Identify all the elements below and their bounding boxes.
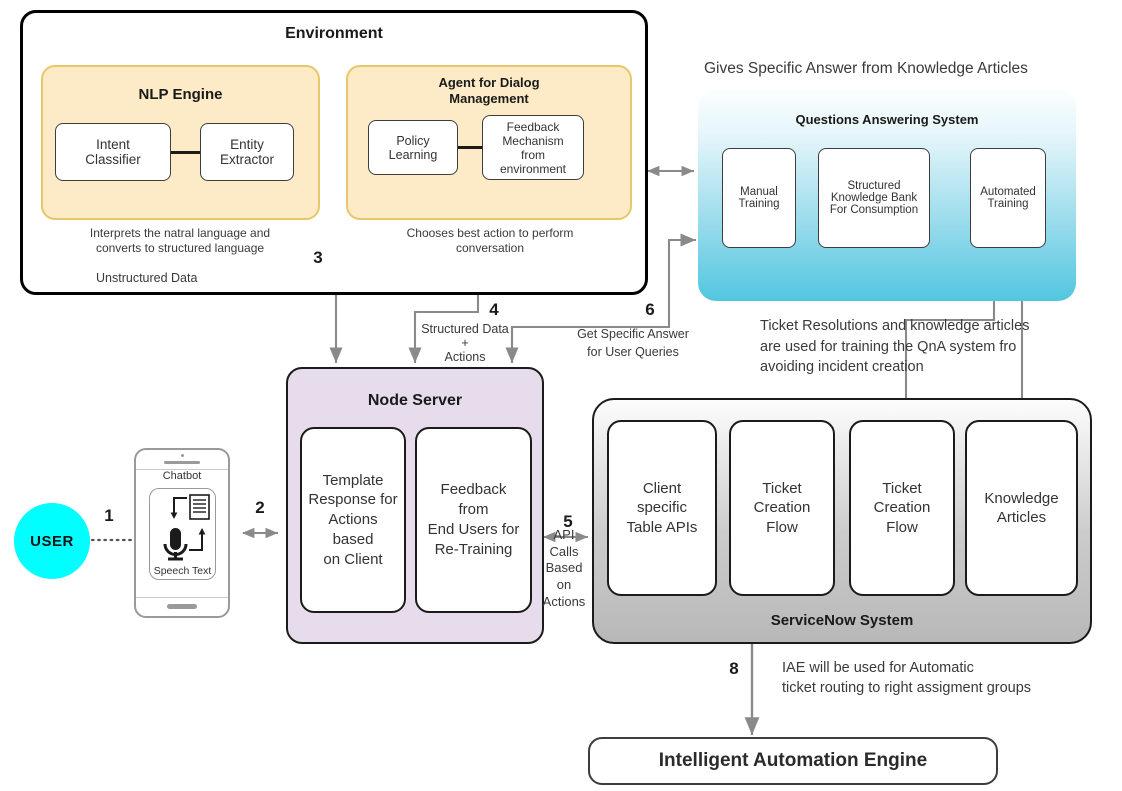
policy-learning-box[interactable]: Policy Learning [368, 120, 458, 175]
automated-training-box[interactable]: Automated Training [970, 148, 1046, 248]
annotation-iae-routing: IAE will be used for Automatic ticket ro… [782, 660, 1032, 697]
qna-headline: Gives Specific Answer from Knowledge Art… [704, 60, 1028, 77]
phone-bottom-divider [136, 597, 228, 598]
environment-title: Environment [285, 25, 383, 42]
step-number-4: 4 [489, 300, 499, 319]
annotation-ticket-resolutions: Ticket Resolutions and knowledge article… [760, 318, 1030, 376]
structured-knowledge-bank-label: Structured Knowledge Bank For Consumptio… [829, 180, 919, 216]
phone-screen-label: Speech Text [153, 565, 212, 577]
intent-classifier-box[interactable]: Intent Classifier [55, 123, 171, 181]
annotation-get-specific-answer: Get Specific Answer for User Queries [577, 327, 689, 360]
phone-app-label: Chatbot [162, 470, 202, 482]
nlp-engine-title: NLP Engine [138, 86, 223, 103]
intent-classifier-label: Intent Classifier [85, 137, 141, 167]
ticket-creation-flow-box-1[interactable]: Ticket Creation Flow [729, 420, 835, 596]
step-number-5: 5 [563, 512, 573, 531]
template-response-label: Template Response for Actions based on C… [308, 471, 398, 568]
entity-extractor-label: Entity Extractor [219, 137, 274, 167]
ticket-creation-flow-box-2[interactable]: Ticket Creation Flow [849, 420, 955, 596]
structured-knowledge-bank-box[interactable]: Structured Knowledge Bank For Consumptio… [818, 148, 930, 248]
nlp-connector-line [171, 151, 201, 154]
intelligent-automation-engine-box[interactable]: Intelligent Automation Engine [588, 737, 998, 785]
manual-training-label: Manual Training [738, 186, 780, 210]
servicenow-title: ServiceNow System [770, 612, 914, 629]
annotation-structured-data-actions: Structured Data + Actions [421, 322, 509, 364]
knowledge-articles-box[interactable]: Knowledge Articles [965, 420, 1078, 596]
qna-title: Questions Answering System [795, 112, 979, 127]
automated-training-label: Automated Training [980, 186, 1036, 210]
template-response-box[interactable]: Template Response for Actions based on C… [300, 427, 406, 613]
client-table-apis-label: Client specific Table APIs [626, 479, 698, 536]
step-number-2: 2 [255, 498, 265, 517]
feedback-mechanism-label: Feedback Mechanism from environment [499, 119, 567, 176]
user-label: USER [30, 532, 74, 550]
feedback-end-users-label: Feedback from End Users for Re-Training [427, 481, 520, 558]
dialog-connector-line [458, 146, 483, 149]
ticket-creation-flow-label-2: Ticket Creation Flow [873, 479, 931, 536]
feedback-mechanism-box[interactable]: Feedback Mechanism from environment [482, 115, 584, 180]
manual-training-box[interactable]: Manual Training [722, 148, 796, 248]
step-number-3: 3 [313, 248, 323, 267]
dialog-agent-title: Agent for Dialog Management [438, 75, 540, 106]
annotation-api-calls: API Calls Based on Actions [542, 527, 586, 609]
ticket-creation-flow-label-1: Ticket Creation Flow [753, 479, 811, 536]
client-table-apis-box[interactable]: Client specific Table APIs [607, 420, 717, 596]
diagram-canvas: Environment NLP Engine Intent Classifier… [0, 0, 1122, 791]
unstructured-data-label: Unstructured Data [96, 271, 198, 285]
step-number-6: 6 [645, 300, 655, 319]
phone-speaker-icon [164, 461, 200, 464]
step-number-1: 1 [104, 506, 114, 525]
phone-home-button-icon[interactable] [167, 604, 197, 609]
step-number-8: 8 [729, 659, 739, 678]
phone-camera-icon [181, 454, 184, 457]
node-server-title: Node Server [367, 392, 463, 409]
user-avatar[interactable]: USER [14, 503, 90, 579]
entity-extractor-box[interactable]: Entity Extractor [200, 123, 294, 181]
feedback-end-users-box[interactable]: Feedback from End Users for Re-Training [415, 427, 532, 613]
dialog-agent-caption: Chooses best action to perform conversat… [406, 226, 574, 255]
policy-learning-label: Policy Learning [388, 133, 438, 162]
iae-label: Intelligent Automation Engine [658, 750, 928, 771]
knowledge-articles-label: Knowledge Articles [984, 489, 1059, 527]
nlp-engine-caption: Interprets the natral language and conve… [89, 226, 271, 255]
